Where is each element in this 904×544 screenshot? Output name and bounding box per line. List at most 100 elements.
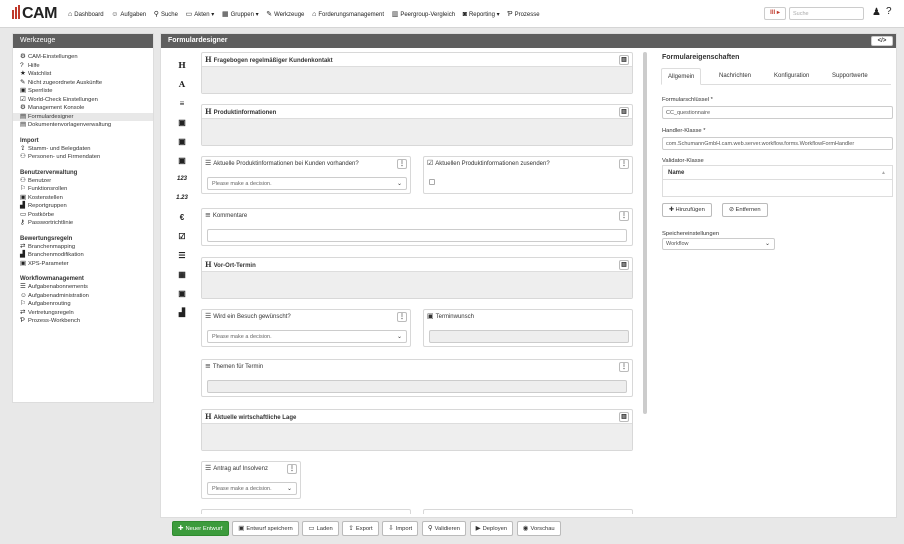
sidebar-item-reportgruppen[interactable]: ▟ Reportgruppen bbox=[13, 202, 153, 211]
checkbox-tool-icon[interactable]: ☑ bbox=[167, 227, 197, 246]
list-tool-icon[interactable]: ☰ bbox=[167, 246, 197, 265]
options-icon[interactable]: ⋮ bbox=[287, 464, 297, 474]
user-icon[interactable]: ♟ bbox=[872, 7, 881, 18]
integer-tool-icon[interactable]: 123 bbox=[167, 170, 197, 189]
nav-werkzeuge[interactable]: ✎ Werkzeuge bbox=[266, 10, 304, 18]
sidebar-item-kostenstellen[interactable]: ▣ Kostenstellen bbox=[13, 194, 153, 203]
sidebar-item-branchenmapping[interactable]: ⇄ Branchenmapping bbox=[13, 243, 153, 252]
search-input[interactable]: Suche bbox=[789, 7, 864, 20]
decision-select[interactable]: Please make a decision. ⌄ bbox=[207, 330, 407, 343]
nav-peergroup[interactable]: ▥ Peergroup-Vergleich bbox=[392, 10, 455, 18]
load-button[interactable]: ▭ Laden bbox=[302, 521, 339, 536]
sidebar-item-passwortrichtlinie[interactable]: ⚷ Passwortrichtlinie bbox=[13, 219, 153, 228]
section-produktinformationen[interactable]: H Produktinformationen ▥ bbox=[201, 104, 633, 146]
field-besuch-gewuenscht[interactable]: ☰ Wird ein Besuch gewünscht? ⋮ Please mak… bbox=[201, 309, 411, 347]
sidebar-item-hilfe[interactable]: ? Hilfe bbox=[13, 62, 153, 71]
preview-button[interactable]: ◉ Vorschau bbox=[516, 521, 561, 536]
currency-tool-icon[interactable]: € bbox=[167, 208, 197, 227]
nav-dashboard[interactable]: ⌂ Dashboard bbox=[68, 11, 104, 18]
field-kommentare[interactable]: ≡ Kommentare ⋮ bbox=[201, 208, 633, 246]
table-tool-icon[interactable]: ▦ bbox=[167, 265, 197, 284]
sidebar-item-benutzer[interactable]: ⚇ Benutzer bbox=[13, 177, 153, 186]
remove-validator-button[interactable]: ⊘ Entfernen bbox=[722, 203, 768, 217]
themen-textarea[interactable] bbox=[207, 380, 627, 393]
canvas-scrollbar[interactable] bbox=[643, 52, 647, 414]
new-draft-button[interactable]: ✚ Neuer Entwurf bbox=[172, 521, 229, 536]
cam-logo[interactable]: CAM bbox=[12, 5, 57, 24]
sidebar-item-xps-parameter[interactable]: ▣ XPS-Parameter bbox=[13, 260, 153, 269]
section-vor-ort-termin[interactable]: H Vor-Ort-Termin ▥ bbox=[201, 257, 633, 299]
tab-nachrichten[interactable]: Nachrichten bbox=[713, 68, 757, 85]
options-icon[interactable]: ⋮ bbox=[397, 312, 407, 322]
field-antrag-insolvenz[interactable]: ☰ Antrag auf Insolvenz ⋮ Please make a de… bbox=[201, 461, 301, 499]
options-icon[interactable]: ⋮ bbox=[619, 211, 629, 221]
validator-name-header[interactable]: Name ▲ bbox=[663, 166, 892, 180]
terminwunsch-input[interactable] bbox=[429, 330, 629, 343]
sidebar-item-funktionsrollen[interactable]: ⚐ Funktionsrollen bbox=[13, 185, 153, 194]
sidebar-item-prozess-workbench[interactable]: Ƥ Prozess-Workbench bbox=[13, 317, 153, 326]
sidebar-item-aufgabenadministration[interactable]: ☺Aufgabenadministration bbox=[13, 292, 153, 301]
paragraph-tool-icon[interactable]: ≡ bbox=[167, 94, 197, 113]
sidebar-item-sperrliste[interactable]: ▣ Sperrliste bbox=[13, 87, 153, 96]
nav-akten[interactable]: ▭ Akten ▾ bbox=[186, 10, 215, 18]
sidebar-item-aufgabenrouting[interactable]: ⚐ Aufgabenrouting bbox=[13, 300, 153, 309]
delete-icon[interactable]: ▥ bbox=[619, 107, 629, 117]
field-produktinfo-vorhanden[interactable]: ☰ Aktuelle Produktinformationen bei Kunde… bbox=[201, 156, 411, 194]
nav-suche[interactable]: ⚲ Suche bbox=[154, 10, 178, 18]
section-fragebogen[interactable]: H Fragebogen regelmäßiger Kundenkontakt ▥ bbox=[201, 52, 633, 94]
nav-reporting[interactable]: ◙ Reporting ▾ bbox=[463, 11, 500, 18]
image-tool-icon[interactable]: ▣ bbox=[167, 284, 197, 303]
handler-input[interactable]: com.SchumannGmbH.cam.web.server.workflow… bbox=[662, 137, 893, 150]
sidebar-item-watchlist[interactable]: ★ Watchlist bbox=[13, 70, 153, 79]
calendar-tool-icon[interactable]: ▣ bbox=[167, 132, 197, 151]
nav-gruppen[interactable]: ▦ Gruppen ▾ bbox=[222, 10, 259, 18]
deploy-button[interactable]: ▶ Deployen bbox=[469, 521, 514, 536]
help-icon[interactable]: ? bbox=[886, 6, 892, 17]
add-validator-button[interactable]: ✚ Hinzufügen bbox=[662, 203, 712, 217]
sidebar-item-management-konsole[interactable]: ⚙ Management Konsole bbox=[13, 104, 153, 113]
sidebar-item-nicht-zugeordnete[interactable]: ✎ Nicht zugeordnete Auskünfte bbox=[13, 79, 153, 88]
delete-icon[interactable]: ▥ bbox=[619, 260, 629, 270]
save-draft-button[interactable]: ▣ Entwurf speichern bbox=[232, 521, 299, 536]
export-button[interactable]: ⇪ Export bbox=[342, 521, 379, 536]
sidebar-item-vertretungsregeln[interactable]: ⇄ Vertretungsregeln bbox=[13, 309, 153, 318]
sidebar-item-formulardesigner[interactable]: ▤ Formulardesigner bbox=[13, 112, 153, 121]
sidebar-item-cam-einstellungen[interactable]: ⚙ CAM-Einstellungen bbox=[13, 53, 153, 62]
decision-select[interactable]: Please make a decision. ⌄ bbox=[207, 177, 407, 190]
tab-konfiguration[interactable]: Konfiguration bbox=[768, 68, 815, 85]
kommentare-textarea[interactable] bbox=[207, 229, 627, 242]
tab-supportwerte[interactable]: Supportwerte bbox=[826, 68, 874, 85]
sidebar-item-dokumentenvorlagen[interactable]: ▤ Dokumentenvorlagenverwaltung bbox=[13, 121, 153, 130]
zusenden-checkbox[interactable] bbox=[429, 179, 435, 185]
chart-tool-icon[interactable]: ▟ bbox=[167, 303, 197, 322]
import-button[interactable]: ⇩ Import bbox=[382, 521, 419, 536]
date-tool-icon[interactable]: ▣ bbox=[167, 113, 197, 132]
field-terminwunsch[interactable]: ▣ Terminwunsch bbox=[423, 309, 633, 347]
decision-select[interactable]: Please make a decision. ⌄ bbox=[207, 482, 297, 495]
field-partial[interactable] bbox=[201, 509, 411, 514]
field-themen-termin[interactable]: ≡ Themen für Termin ⋮ bbox=[201, 359, 633, 397]
datetime-tool-icon[interactable]: ▣ bbox=[167, 151, 197, 170]
sidebar-item-personen-firmendaten[interactable]: ⚇ Personen- und Firmendaten bbox=[13, 153, 153, 162]
nav-prozesse[interactable]: Ƥ Prozesse bbox=[507, 11, 539, 18]
text-tool-icon[interactable]: A bbox=[167, 75, 197, 94]
storage-select[interactable]: Workflow ⌄ bbox=[662, 238, 775, 250]
delete-icon[interactable]: ▥ bbox=[619, 412, 629, 422]
bar-chart-chip[interactable]: Ill ▸ bbox=[764, 7, 786, 20]
options-icon[interactable]: ⋮ bbox=[397, 159, 407, 169]
key-input[interactable]: CC_questionnaire bbox=[662, 106, 893, 119]
sidebar-item-branchenmodifikation[interactable]: ▟ Branchenmodifikation bbox=[13, 251, 153, 260]
sidebar-item-stamm-belegdaten[interactable]: ⇪ Stamm- und Belegdaten bbox=[13, 145, 153, 154]
nav-aufgaben[interactable]: ☺ Aufgaben bbox=[111, 11, 146, 18]
code-view-button[interactable]: </> bbox=[871, 36, 893, 46]
options-icon[interactable]: ⋮ bbox=[619, 362, 629, 372]
decimal-tool-icon[interactable]: 1.23 bbox=[167, 189, 197, 208]
field-partial[interactable] bbox=[423, 509, 633, 514]
nav-forderungsmanagement[interactable]: ⌂ Forderungsmanagement bbox=[312, 11, 384, 18]
sidebar-item-aufgabenabonnements[interactable]: ☰ Aufgabenabonnements bbox=[13, 283, 153, 292]
validate-button[interactable]: ⚲ Validieren bbox=[421, 521, 466, 536]
sidebar-item-postkoerbe[interactable]: ▭ Postkörbe bbox=[13, 211, 153, 220]
options-icon[interactable]: ⋮ bbox=[619, 159, 629, 169]
heading-tool-icon[interactable]: H bbox=[167, 56, 197, 75]
delete-icon[interactable]: ▥ bbox=[619, 55, 629, 65]
